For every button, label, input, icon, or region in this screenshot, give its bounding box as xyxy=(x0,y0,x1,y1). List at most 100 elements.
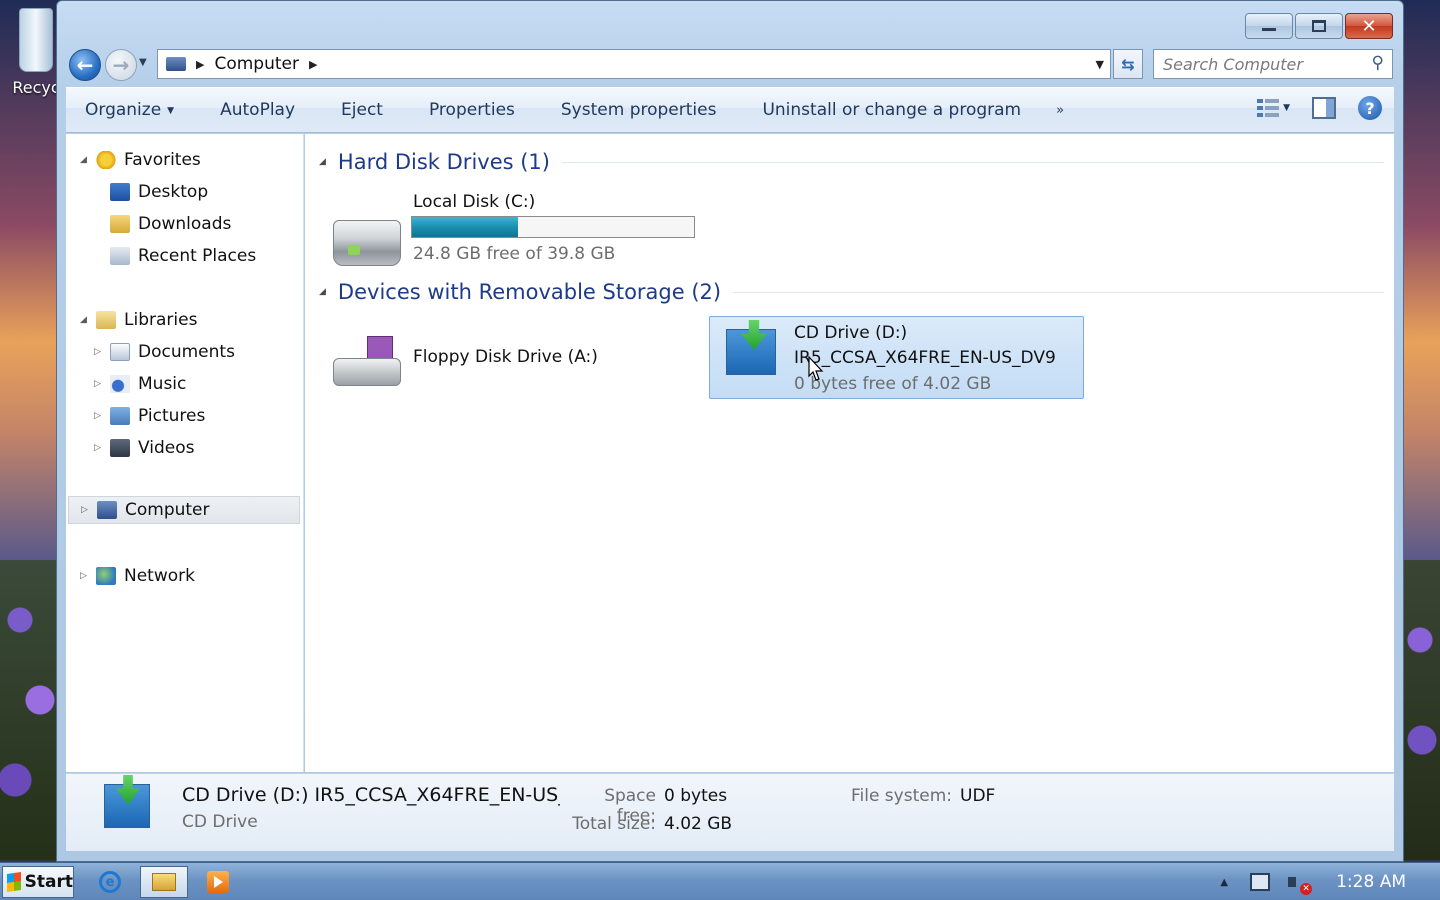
search-input[interactable] xyxy=(1163,54,1353,74)
start-button[interactable]: Start xyxy=(2,866,74,898)
nav-network[interactable]: ▷ Network xyxy=(66,562,195,590)
back-arrow-icon: ← xyxy=(76,53,94,77)
details-item-name: CD Drive (D:) IR5_CCSA_X64FRE_EN-US_D... xyxy=(182,784,560,806)
group-divider xyxy=(561,161,1384,163)
videos-icon xyxy=(110,439,130,457)
breadcrumb-computer[interactable]: Computer xyxy=(214,54,299,74)
nav-downloads[interactable]: Downloads xyxy=(66,210,231,238)
cd-drive-icon xyxy=(726,320,776,375)
system-tray: ▲ ✕ 1:28 AM xyxy=(1220,863,1440,900)
drive-volume-label: IR5_CCSA_X64FRE_EN-US_DV9 xyxy=(794,348,1056,368)
forward-button[interactable]: → xyxy=(105,49,137,81)
more-commands-button[interactable]: » xyxy=(1056,103,1064,118)
libraries-icon xyxy=(96,311,116,329)
taskbar-windows-explorer[interactable] xyxy=(140,866,188,898)
mouse-cursor-icon xyxy=(808,356,824,382)
back-button[interactable]: ← xyxy=(69,49,101,81)
nav-recent-places[interactable]: Recent Places xyxy=(66,242,256,270)
taskbar: Start e ▲ ✕ 1:28 AM xyxy=(0,862,1440,900)
view-options-icon xyxy=(1257,98,1280,118)
preview-pane-icon[interactable] xyxy=(1312,97,1336,119)
details-item-type: CD Drive xyxy=(182,812,258,832)
nav-libraries[interactable]: ◢ Libraries xyxy=(66,306,197,334)
details-pane: CD Drive (D:) IR5_CCSA_X64FRE_EN-US_D...… xyxy=(66,773,1394,851)
nav-videos-label: Videos xyxy=(138,438,195,458)
expand-arrow-icon[interactable]: ▷ xyxy=(80,571,92,581)
nav-favorites[interactable]: ◢ Favorites xyxy=(66,146,201,174)
group-header-hard-disk-drives[interactable]: ◢ Hard Disk Drives (1) xyxy=(319,150,1384,174)
hard-disk-icon xyxy=(333,220,401,266)
computer-icon xyxy=(97,501,117,519)
address-bar[interactable]: ▶ Computer ▶ ▼ xyxy=(157,49,1111,79)
chevron-down-icon[interactable]: ▼ xyxy=(1283,103,1290,113)
content-pane: ◢ Hard Disk Drives (1) Local Disk (C:) 2… xyxy=(305,134,1394,772)
recent-pages-dropdown[interactable]: ▼ xyxy=(139,57,147,68)
minimize-button[interactable] xyxy=(1245,13,1293,39)
nav-pictures-label: Pictures xyxy=(138,406,206,426)
star-icon xyxy=(96,151,116,169)
documents-icon xyxy=(110,343,130,361)
network-status-icon[interactable] xyxy=(1250,873,1271,891)
taskbar-internet-explorer[interactable]: e xyxy=(86,866,134,898)
desktop-icon xyxy=(110,183,130,201)
recycle-bin-shortcut[interactable]: Recyc xyxy=(12,8,60,97)
taskbar-media-player[interactable] xyxy=(194,866,242,898)
collapse-arrow-icon[interactable]: ◢ xyxy=(319,287,326,297)
minimize-icon xyxy=(1262,27,1276,31)
expand-arrow-icon[interactable]: ▷ xyxy=(81,505,93,515)
nav-documents[interactable]: ▷ Documents xyxy=(66,338,235,366)
system-properties-button[interactable]: System properties xyxy=(538,100,740,120)
computer-icon xyxy=(166,57,186,71)
change-view-button[interactable]: ▼ xyxy=(1257,98,1290,118)
command-bar-right: ▼ ? xyxy=(1257,96,1382,120)
nav-desktop[interactable]: Desktop xyxy=(66,178,208,206)
group-header-removable-storage[interactable]: ◢ Devices with Removable Storage (2) xyxy=(319,280,1384,304)
refresh-button[interactable]: ⇆ xyxy=(1113,49,1143,79)
uninstall-program-button[interactable]: Uninstall or change a program xyxy=(739,100,1044,120)
help-icon[interactable]: ? xyxy=(1358,96,1382,120)
autoplay-button[interactable]: AutoPlay xyxy=(197,100,318,120)
recent-places-icon xyxy=(110,247,130,265)
chevron-down-icon: ▼ xyxy=(167,106,175,116)
expand-arrow-icon[interactable]: ▷ xyxy=(94,411,106,421)
address-history-dropdown[interactable]: ▼ xyxy=(1096,58,1104,71)
breadcrumb-separator-icon[interactable]: ▶ xyxy=(309,58,317,71)
expand-arrow-icon[interactable]: ▷ xyxy=(94,443,106,453)
clock[interactable]: 1:28 AM xyxy=(1336,872,1406,892)
show-hidden-icons-icon[interactable]: ▲ xyxy=(1220,877,1228,888)
drive-free-space: 24.8 GB free of 39.8 GB xyxy=(413,244,616,264)
search-icon[interactable]: ⚲ xyxy=(1372,53,1384,73)
floppy-drive-icon xyxy=(333,336,401,386)
nav-music[interactable]: ▷ Music xyxy=(66,370,186,398)
maximize-button[interactable] xyxy=(1295,13,1343,39)
close-button[interactable]: ✕ xyxy=(1345,13,1393,39)
volume-muted-icon[interactable]: ✕ xyxy=(1288,873,1313,895)
cd-drive-icon xyxy=(104,775,150,828)
drive-name: Local Disk (C:) xyxy=(413,192,536,212)
nav-downloads-label: Downloads xyxy=(138,214,232,234)
recycle-bin-icon xyxy=(19,8,53,72)
navigation-row: ← → ▼ ▶ Computer ▶ ▼ ⇆ ⚲ xyxy=(67,45,1395,83)
eject-button[interactable]: Eject xyxy=(318,100,406,120)
nav-computer[interactable]: ▷ Computer xyxy=(68,496,300,524)
expand-arrow-icon[interactable]: ▷ xyxy=(94,347,106,357)
search-box[interactable]: ⚲ xyxy=(1153,49,1393,79)
disk-usage-bar xyxy=(411,216,695,238)
nav-videos[interactable]: ▷ Videos xyxy=(66,434,195,462)
desktop-wallpaper-flowers-right xyxy=(1400,560,1440,860)
collapse-arrow-icon[interactable]: ◢ xyxy=(80,155,92,165)
group-label: Devices with Removable Storage (2) xyxy=(337,280,722,304)
organize-label: Organize xyxy=(85,100,162,120)
disk-usage-fill xyxy=(412,217,519,237)
group-divider xyxy=(733,291,1384,293)
nav-pictures[interactable]: ▷ Pictures xyxy=(66,402,205,430)
properties-button[interactable]: Properties xyxy=(406,100,538,120)
collapse-arrow-icon[interactable]: ◢ xyxy=(80,315,92,325)
organize-button[interactable]: Organize ▼ xyxy=(66,100,197,120)
breadcrumb-separator-icon[interactable]: ▶ xyxy=(196,58,204,71)
drive-name: CD Drive (D:) xyxy=(794,323,908,343)
drive-item-cd-d[interactable]: CD Drive (D:) IR5_CCSA_X64FRE_EN-US_DV9 … xyxy=(709,316,1084,399)
expand-arrow-icon[interactable]: ▷ xyxy=(94,379,106,389)
start-label: Start xyxy=(24,872,73,892)
collapse-arrow-icon[interactable]: ◢ xyxy=(319,157,326,167)
